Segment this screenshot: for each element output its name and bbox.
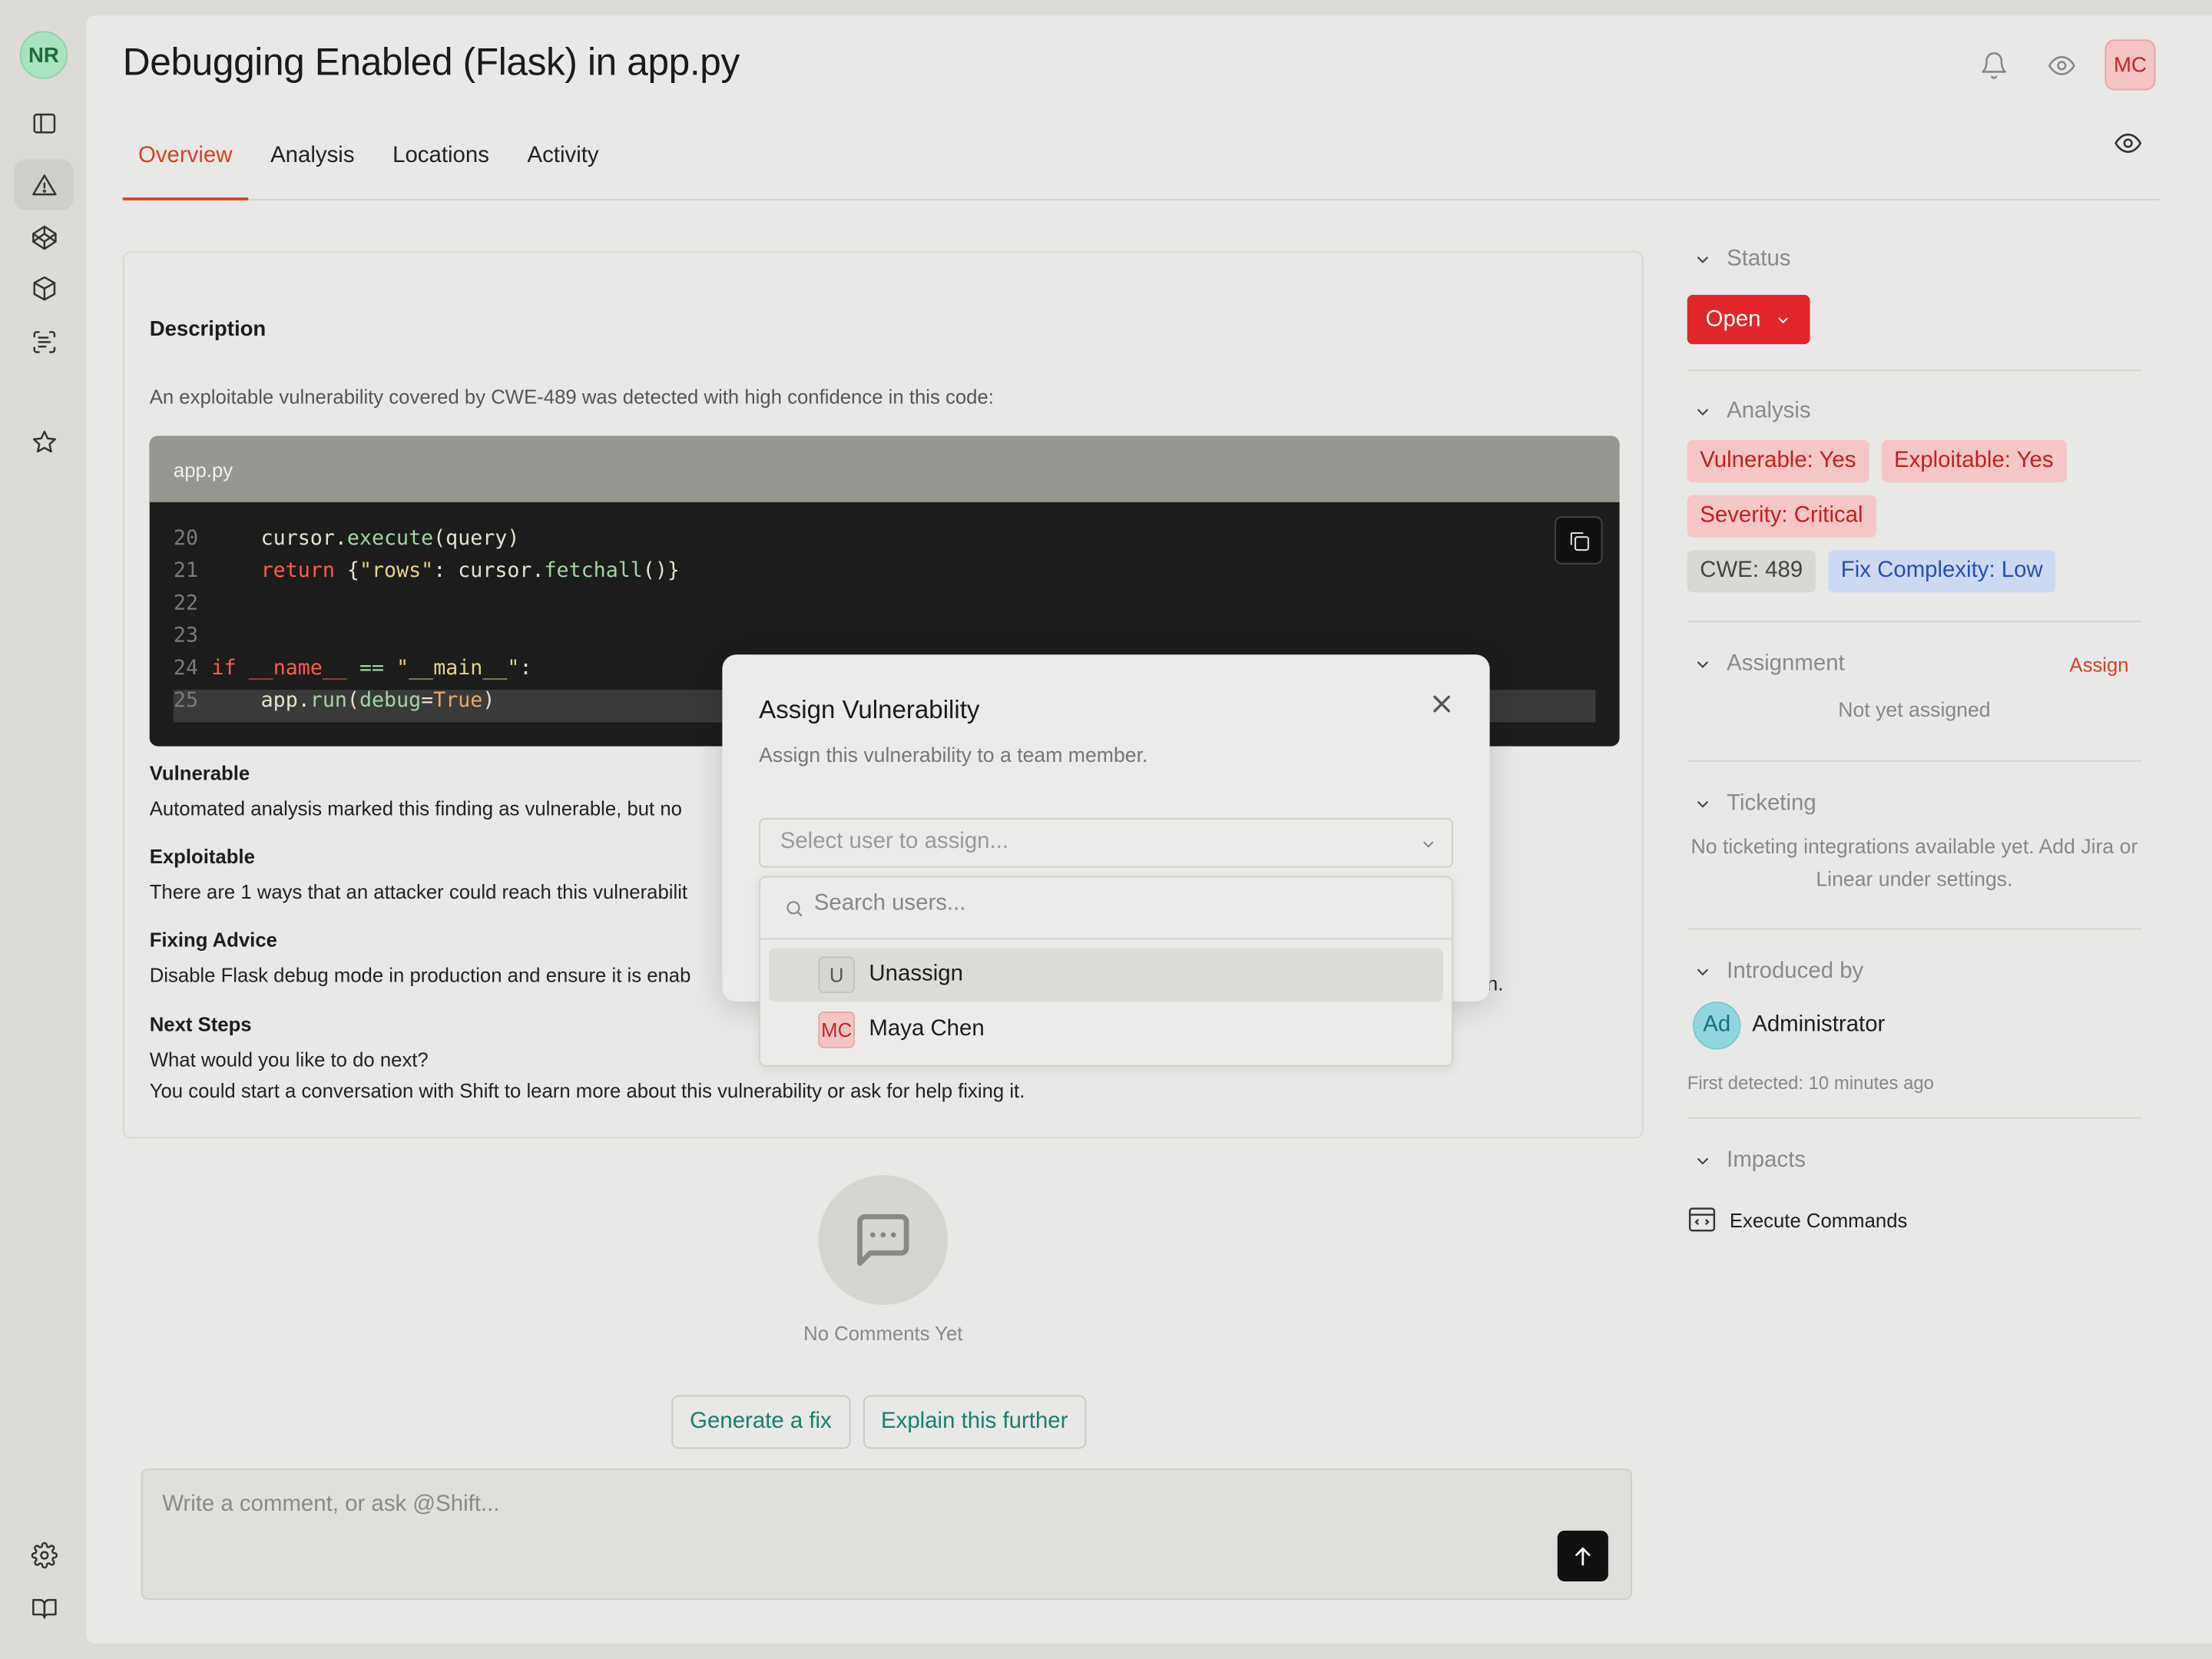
close-icon[interactable] [1430, 693, 1452, 715]
option-avatar: MC [818, 1011, 856, 1048]
option-label: Unassign [869, 962, 963, 986]
search-icon [786, 901, 803, 917]
assignee-select[interactable]: Select user to assign... [759, 818, 1453, 868]
search-users-input[interactable] [813, 891, 1407, 917]
assignee-dropdown: U Unassign MC Maya Chen [759, 876, 1453, 1067]
chevron-down-icon [1423, 841, 1434, 848]
modal-title: Assign Vulnerability [759, 695, 980, 724]
modal-subtitle: Assign this vulnerability to a team memb… [759, 744, 1148, 768]
select-placeholder: Select user to assign... [780, 830, 1009, 854]
user-search [760, 877, 1452, 940]
option-unassign[interactable]: U Unassign [769, 948, 1443, 1002]
option-label: Maya Chen [869, 1017, 985, 1041]
option-maya-chen[interactable]: MC Maya Chen [769, 1003, 1443, 1057]
option-avatar: U [818, 956, 856, 994]
